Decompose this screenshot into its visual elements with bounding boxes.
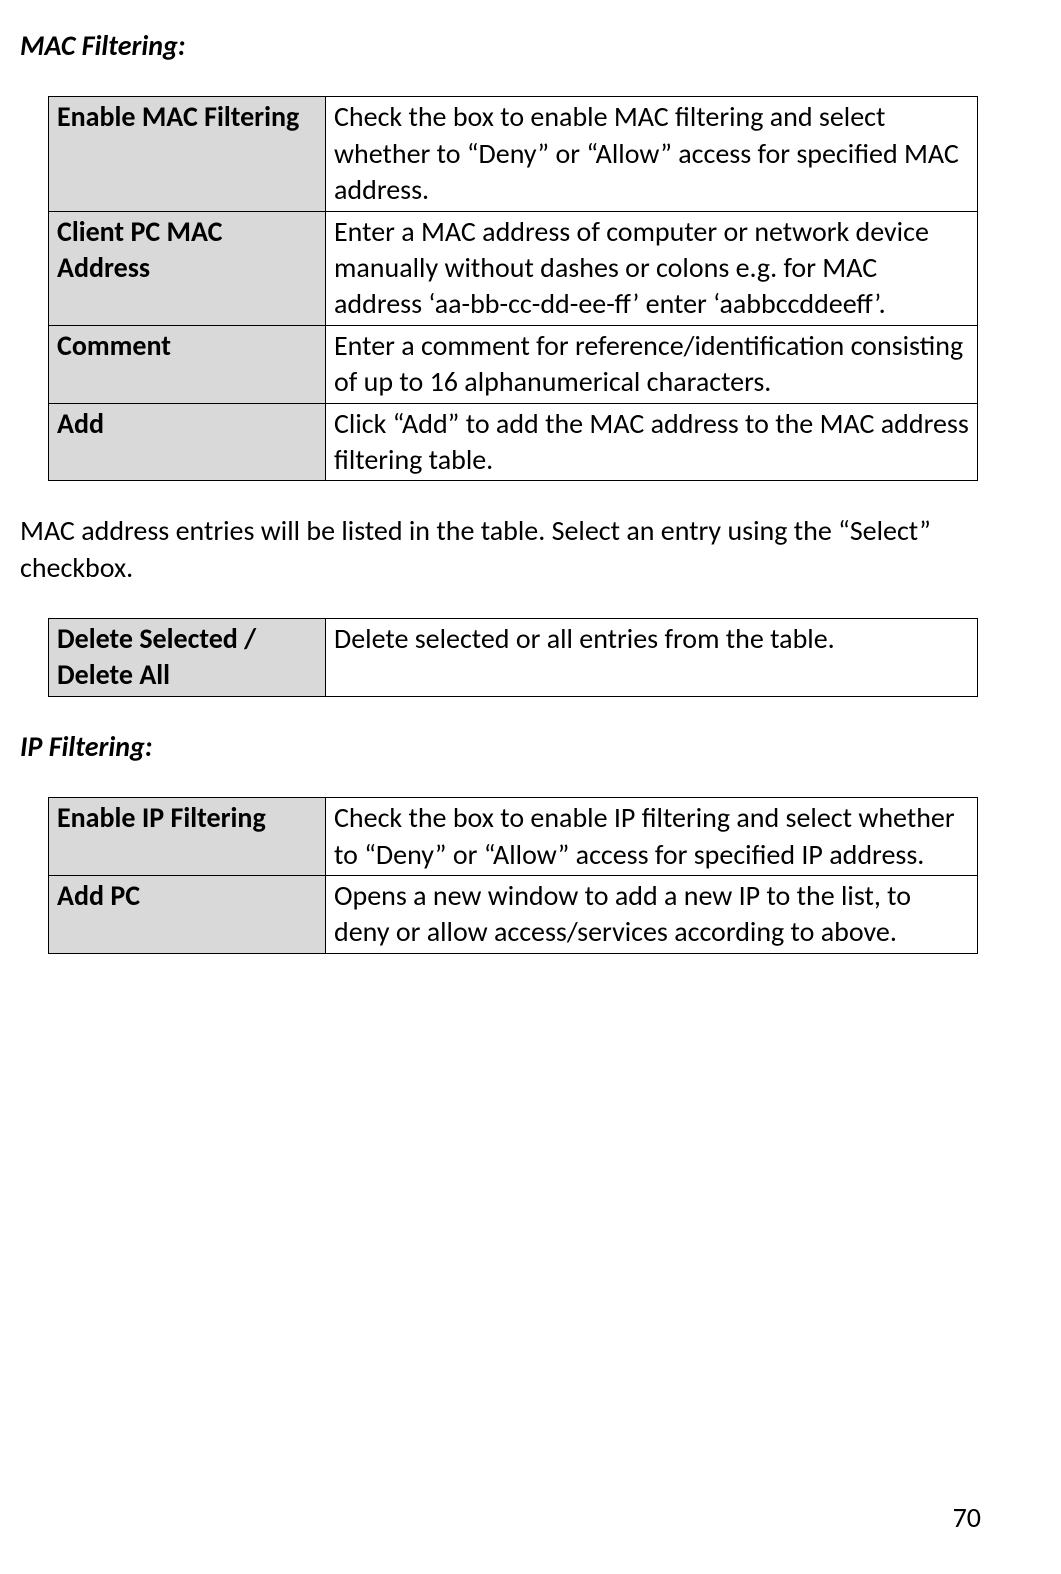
param-label: Enable MAC Filtering	[49, 97, 326, 211]
table-row: Add PC Opens a new window to add a new I…	[49, 876, 978, 954]
table-row: Comment Enter a comment for reference/id…	[49, 325, 978, 403]
param-desc: Opens a new window to add a new IP to th…	[326, 876, 978, 954]
mac-filtering-heading: MAC Filtering:	[20, 28, 1011, 64]
param-label: Add PC	[49, 876, 326, 954]
param-desc: Check the box to enable MAC filtering an…	[326, 97, 978, 211]
page-number: 70	[953, 1500, 981, 1536]
param-desc: Enter a comment for reference/identifica…	[326, 325, 978, 403]
param-label: Enable IP Filtering	[49, 798, 326, 876]
param-label: Delete Selected / Delete All	[49, 619, 326, 697]
param-desc: Check the box to enable IP filtering and…	[326, 798, 978, 876]
param-label: Add	[49, 403, 326, 481]
table-row: Client PC MAC Address Enter a MAC addres…	[49, 211, 978, 325]
table-row: Add Click “Add” to add the MAC address t…	[49, 403, 978, 481]
param-desc: Delete selected or all entries from the …	[326, 619, 978, 697]
param-desc: Enter a MAC address of computer or netwo…	[326, 211, 978, 325]
ip-filtering-heading: IP Filtering:	[20, 729, 1011, 765]
page-content: MAC Filtering: Enable MAC Filtering Chec…	[20, 28, 1011, 1554]
param-label: Comment	[49, 325, 326, 403]
mac-filtering-table: Enable MAC Filtering Check the box to en…	[48, 96, 978, 481]
ip-filtering-table: Enable IP Filtering Check the box to ena…	[48, 797, 978, 954]
param-label: Client PC MAC Address	[49, 211, 326, 325]
mac-delete-table: Delete Selected / Delete All Delete sele…	[48, 618, 978, 697]
mac-filtering-body: MAC address entries will be listed in th…	[20, 513, 1011, 586]
table-row: Enable IP Filtering Check the box to ena…	[49, 798, 978, 876]
table-row: Delete Selected / Delete All Delete sele…	[49, 619, 978, 697]
table-row: Enable MAC Filtering Check the box to en…	[49, 97, 978, 211]
param-desc: Click “Add” to add the MAC address to th…	[326, 403, 978, 481]
